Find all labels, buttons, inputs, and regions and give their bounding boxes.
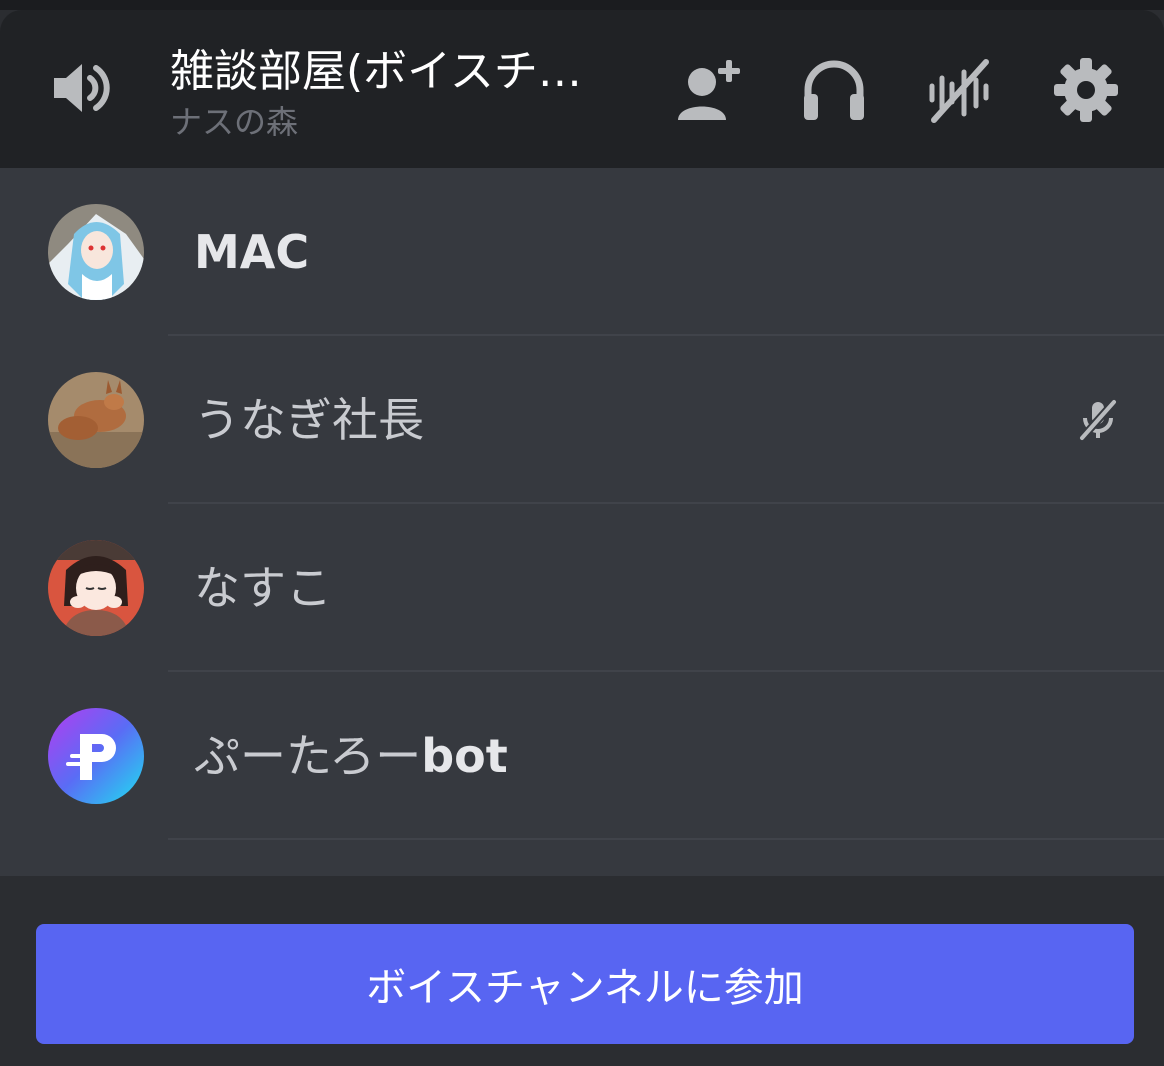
member-row[interactable]: ぷーたろーbot <box>0 672 1164 840</box>
member-list: MAC うなぎ社長 なすこ ぷーたろーbot <box>0 168 1164 876</box>
join-voice-channel-button[interactable]: ボイスチャンネルに参加 <box>36 924 1134 1044</box>
member-row[interactable]: MAC <box>0 168 1164 336</box>
member-name-main: ぷーたろー <box>194 729 422 783</box>
avatar <box>48 204 144 300</box>
member-name: MAC <box>194 225 310 279</box>
member-name-suffix: bot <box>421 729 508 783</box>
noise-suppression-icon[interactable] <box>924 54 996 126</box>
member-name: うなぎ社長 <box>194 393 424 447</box>
add-friend-icon[interactable] <box>674 54 746 126</box>
settings-icon[interactable] <box>1050 54 1122 126</box>
avatar <box>48 372 144 468</box>
member-row[interactable]: うなぎ社長 <box>0 336 1164 504</box>
avatar <box>48 708 144 804</box>
member-name: ぷーたろーbot <box>194 728 508 784</box>
server-name: ナスの森 <box>170 103 299 141</box>
voice-channel-sheet: 雑談部屋(ボイスチ… ナスの森 MAC うなぎ社長 なすこ ぷーたろーbot ボ… <box>0 10 1164 1066</box>
member-name: なすこ <box>194 561 332 615</box>
divider <box>168 838 1164 840</box>
avatar <box>48 540 144 636</box>
channel-title: 雑談部屋(ボイスチ… <box>170 46 582 97</box>
top-strip <box>0 0 1164 10</box>
speaker-icon <box>48 56 118 120</box>
headphones-icon[interactable] <box>798 54 870 126</box>
muted-mic-icon <box>1076 398 1120 442</box>
member-row[interactable]: なすこ <box>0 504 1164 672</box>
channel-header: 雑談部屋(ボイスチ… ナスの森 <box>0 10 1164 168</box>
